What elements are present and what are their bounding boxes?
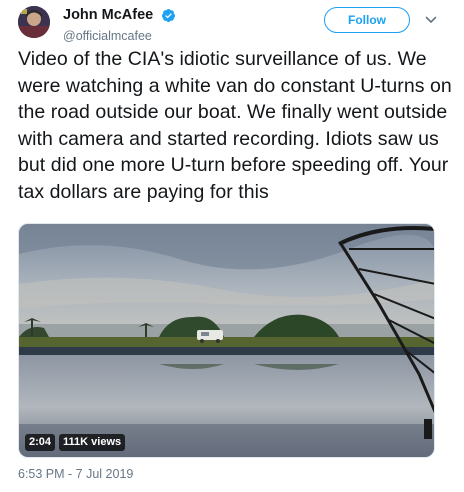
video-views: 111K views — [59, 434, 126, 451]
avatar[interactable] — [18, 6, 50, 38]
author-info: John McAfee @officialmcafee — [63, 7, 176, 44]
follow-button[interactable]: Follow — [324, 7, 410, 33]
video-player[interactable]: 2:04 111K views — [18, 223, 435, 458]
tweet-text: Video of the CIA's idiotic surveillance … — [18, 48, 452, 203]
tweet-timestamp[interactable]: 6:53 PM - 7 Jul 2019 — [18, 467, 133, 481]
chevron-down-icon[interactable] — [425, 14, 437, 26]
author-display-name[interactable]: John McAfee — [63, 7, 153, 24]
verified-icon — [161, 9, 175, 23]
video-thumbnail — [19, 224, 434, 457]
author-handle[interactable]: @officialmcafee — [63, 28, 176, 44]
video-badges: 2:04 111K views — [25, 434, 126, 451]
video-duration: 2:04 — [25, 434, 56, 451]
